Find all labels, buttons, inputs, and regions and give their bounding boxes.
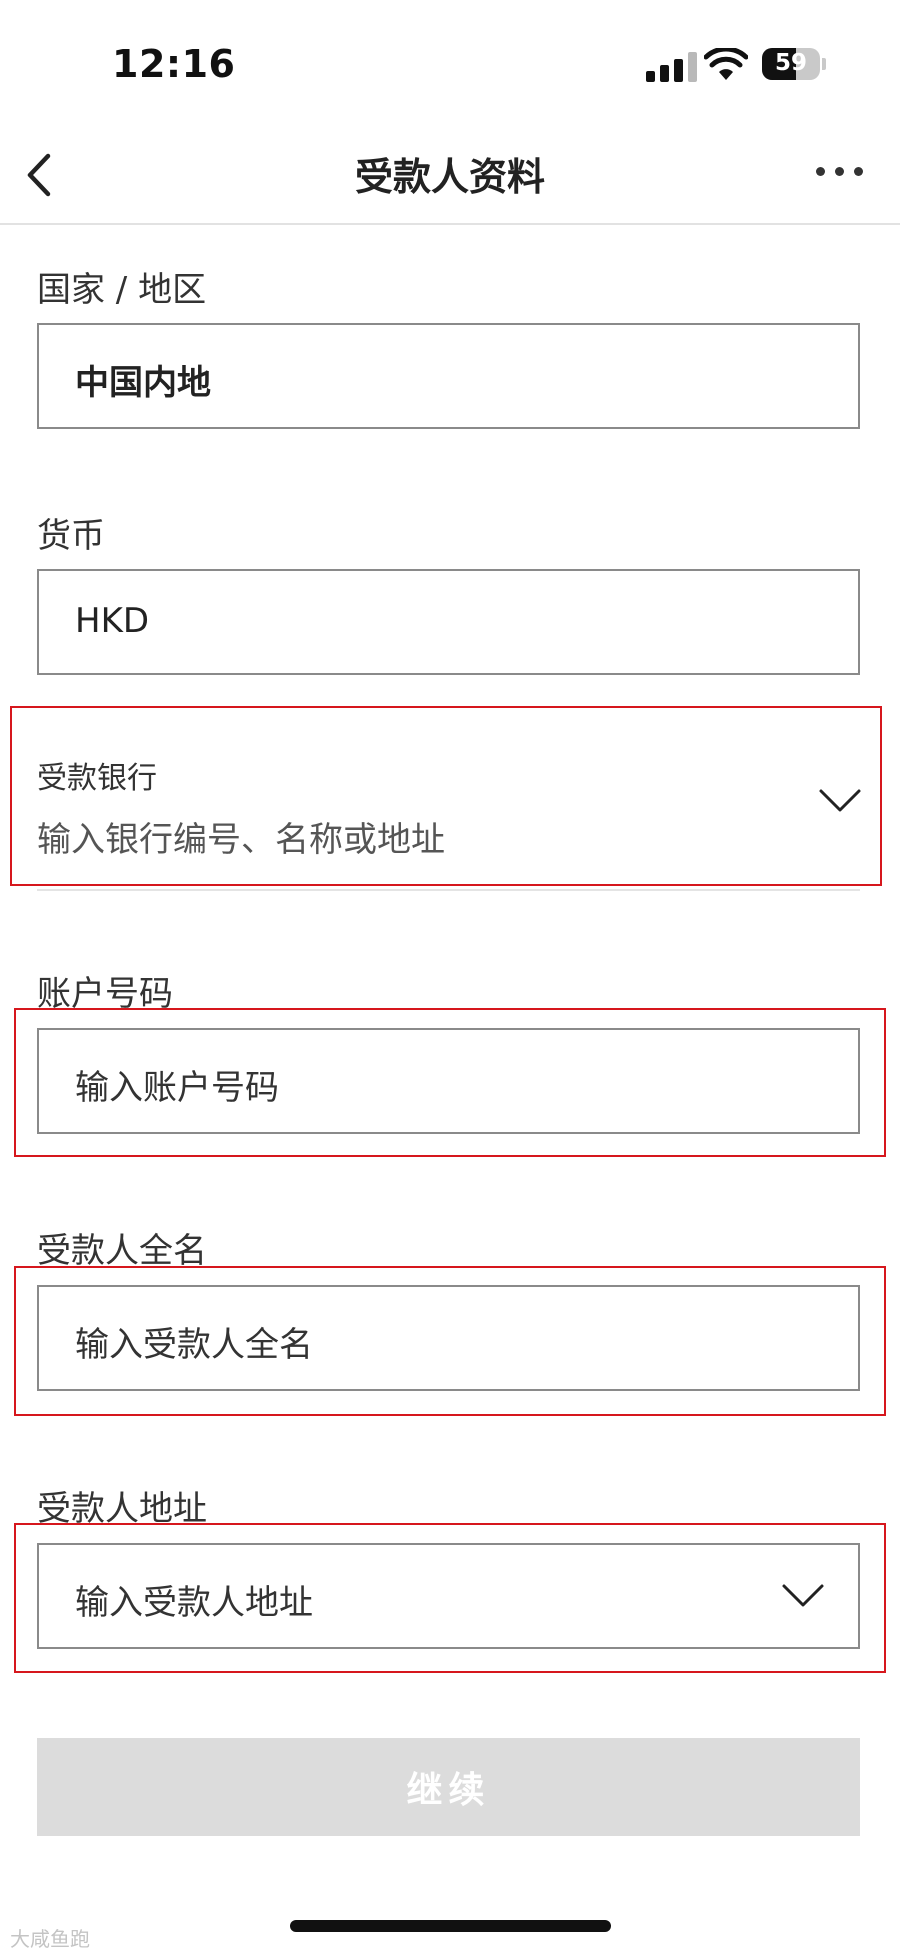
account-placeholder: 输入账户号码 xyxy=(75,1068,279,1108)
cellular-signal-icon xyxy=(646,52,700,82)
header-divider xyxy=(0,223,900,225)
payee-address-label: 受款人地址 xyxy=(37,1489,207,1529)
country-value: 中国内地 xyxy=(75,363,211,403)
more-dots-icon[interactable] xyxy=(812,160,868,184)
status-time: 12:16 xyxy=(112,42,236,86)
battery-icon: 59 xyxy=(762,48,820,80)
watermark: 大咸鱼跑 xyxy=(10,1927,90,1951)
home-indicator[interactable] xyxy=(290,1920,611,1932)
country-field[interactable]: 中国内地 xyxy=(37,323,860,429)
address-chevron-down-icon xyxy=(782,1584,824,1607)
country-label: 国家 / 地区 xyxy=(37,270,207,310)
payee-address-select[interactable]: 输入受款人地址 xyxy=(37,1543,860,1649)
payee-name-label: 受款人全名 xyxy=(37,1231,207,1271)
currency-label: 货币 xyxy=(37,516,105,556)
bank-chevron-down-icon[interactable] xyxy=(818,788,862,814)
bank-label: 受款银行 xyxy=(37,761,157,796)
wifi-icon xyxy=(704,48,748,80)
payee-name-placeholder: 输入受款人全名 xyxy=(75,1325,313,1365)
account-label: 账户号码 xyxy=(37,974,173,1014)
currency-value: HKD xyxy=(75,601,150,641)
battery-level: 59 xyxy=(774,50,807,76)
page-title: 受款人资料 xyxy=(354,155,545,199)
account-input[interactable]: 输入账户号码 xyxy=(37,1028,860,1134)
currency-field[interactable]: HKD xyxy=(37,569,860,675)
continue-button[interactable]: 继续 xyxy=(37,1738,860,1836)
bank-divider xyxy=(37,889,860,891)
bank-placeholder: 输入银行编号、名称或地址 xyxy=(37,820,445,860)
payee-address-placeholder: 输入受款人地址 xyxy=(75,1583,313,1623)
payee-name-input[interactable]: 输入受款人全名 xyxy=(37,1285,860,1391)
battery-nub xyxy=(822,58,826,70)
